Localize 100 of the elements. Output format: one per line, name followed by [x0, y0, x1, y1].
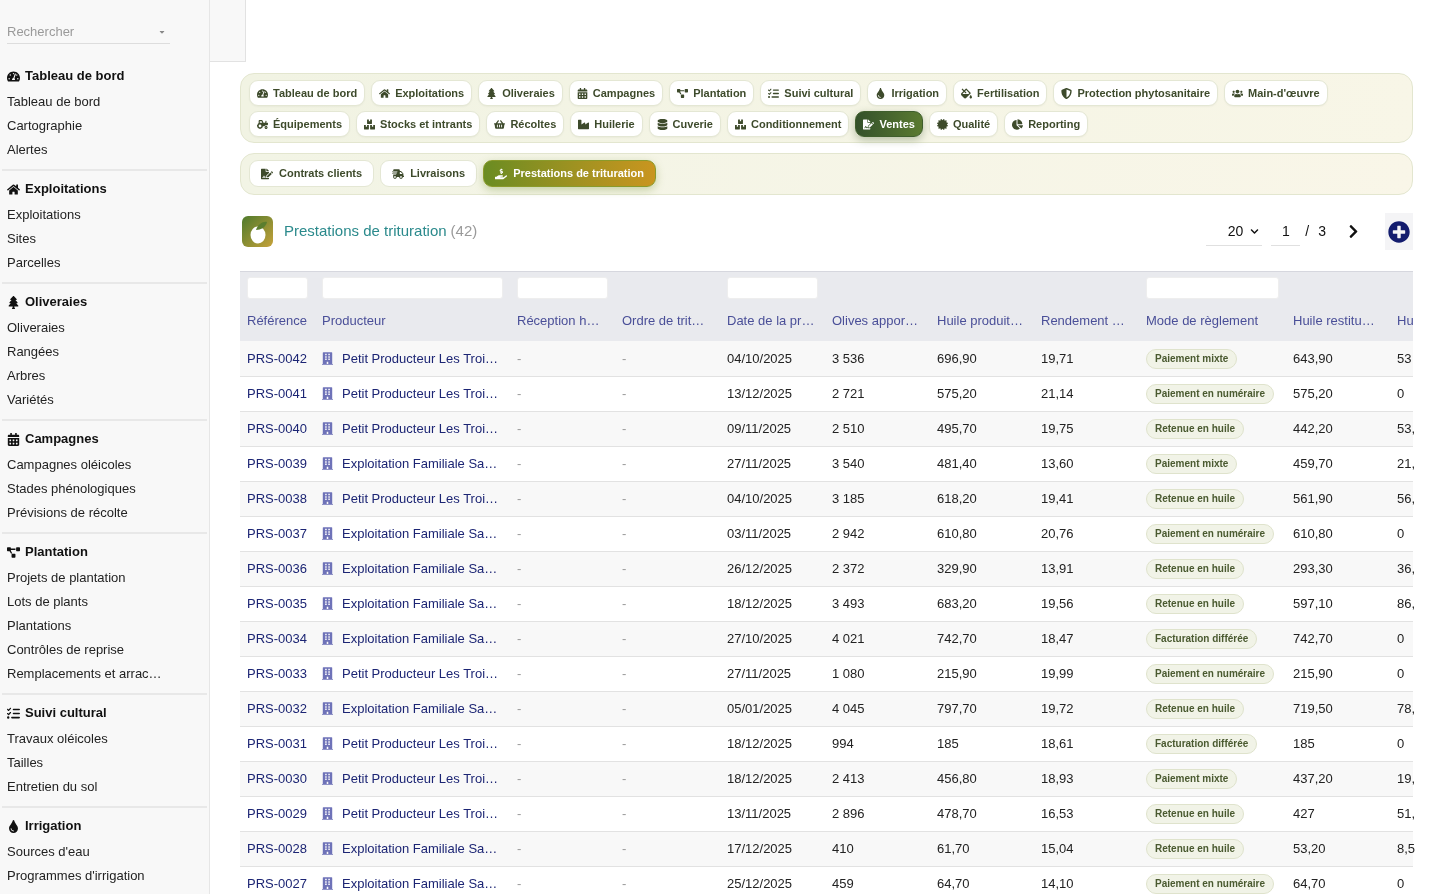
- sidebar-item[interactable]: Variétés: [7, 390, 54, 410]
- column-header[interactable]: Olives appor…: [832, 313, 918, 329]
- table-cell: 2 372: [832, 560, 865, 576]
- search-field[interactable]: Rechercher: [7, 20, 170, 44]
- producer-link[interactable]: Petit Producteur Les Troi…: [342, 733, 499, 754]
- sidebar-item[interactable]: Tailles: [7, 753, 44, 773]
- sub-tab[interactable]: Contrats clients: [249, 160, 375, 187]
- reference-link[interactable]: PRS-0037: [247, 525, 307, 541]
- sidebar-item[interactable]: Programmes d'irrigation: [7, 866, 145, 886]
- sidebar-item[interactable]: Parcelles: [7, 253, 61, 273]
- module-tab[interactable]: Huilerie: [570, 111, 643, 137]
- reference-link[interactable]: PRS-0029: [247, 805, 307, 821]
- module-tab[interactable]: Plantation: [669, 80, 755, 106]
- column-header[interactable]: Hu: [1397, 313, 1414, 329]
- module-tab[interactable]: Stocks et intrants: [356, 111, 481, 137]
- reference-link[interactable]: PRS-0038: [247, 490, 307, 506]
- producer-link[interactable]: Petit Producteur Les Troi…: [342, 418, 499, 439]
- producer-link[interactable]: Exploitation Familiale Sa…: [342, 698, 498, 719]
- table-cell: 459,70: [1293, 455, 1333, 471]
- sidebar-item[interactable]: Stades phénologiques: [7, 479, 136, 499]
- producer-link[interactable]: Exploitation Familiale Sa…: [342, 838, 498, 859]
- module-tab[interactable]: Cuverie: [648, 111, 721, 137]
- section-heading: Plantation: [25, 543, 88, 562]
- sidebar-item[interactable]: Plantations: [7, 616, 72, 636]
- column-header[interactable]: Rendement …: [1041, 313, 1125, 329]
- module-tab[interactable]: Reporting: [1004, 111, 1089, 137]
- sidebar-item[interactable]: Sites: [7, 229, 36, 249]
- sidebar-item[interactable]: Tableau de bord: [7, 92, 101, 112]
- producer-link[interactable]: Petit Producteur Les Troi…: [342, 383, 499, 404]
- sidebar-item[interactable]: Lots de plants: [7, 592, 88, 612]
- module-tab[interactable]: Protection phytosanitaire: [1053, 80, 1219, 106]
- payment-badge: Paiement en numéraire: [1146, 383, 1275, 404]
- reference-link[interactable]: PRS-0031: [247, 735, 307, 751]
- module-tab[interactable]: Tableau de bord: [249, 80, 366, 106]
- module-tab[interactable]: Irrigation: [867, 80, 948, 106]
- table-cell: 15,04: [1041, 840, 1074, 856]
- producer-link[interactable]: Exploitation Familiale Sa…: [342, 558, 498, 579]
- producer-link[interactable]: Petit Producteur Les Troi…: [342, 348, 499, 368]
- reference-link[interactable]: PRS-0041: [247, 385, 307, 401]
- reference-link[interactable]: PRS-0030: [247, 770, 307, 786]
- sidebar-item[interactable]: Alertes: [7, 140, 48, 160]
- producer-link[interactable]: Petit Producteur Les Troi…: [342, 803, 499, 824]
- page-field[interactable]: 1: [1271, 217, 1301, 246]
- reference-link[interactable]: PRS-0042: [247, 350, 307, 366]
- module-tab[interactable]: Équipements: [249, 111, 351, 137]
- sidebar-item[interactable]: Travaux oléicoles: [7, 729, 108, 749]
- column-header[interactable]: Référence: [247, 313, 307, 329]
- module-tab[interactable]: Fertilisation: [953, 80, 1048, 106]
- column-header[interactable]: Ordre de trit…: [622, 313, 705, 329]
- sidebar-item[interactable]: Cartographie: [7, 116, 83, 136]
- sidebar-item[interactable]: Campagnes oléicoles: [7, 455, 132, 475]
- reference-link[interactable]: PRS-0039: [247, 455, 307, 471]
- module-tab[interactable]: Exploitations: [371, 80, 473, 106]
- producer-link[interactable]: Exploitation Familiale Sa…: [342, 453, 498, 474]
- reference-link[interactable]: PRS-0040: [247, 420, 307, 436]
- column-header[interactable]: Mode de règlement: [1146, 313, 1258, 329]
- reference-link[interactable]: PRS-0033: [247, 665, 307, 681]
- reference-link[interactable]: PRS-0036: [247, 560, 307, 576]
- column-header[interactable]: Producteur: [322, 313, 386, 329]
- sidebar-item[interactable]: Sources d'eau: [7, 842, 90, 862]
- sidebar-item[interactable]: Rangées: [7, 342, 60, 362]
- sidebar-item[interactable]: Arbres: [7, 366, 46, 386]
- producer-link[interactable]: Exploitation Familiale Sa…: [342, 873, 498, 894]
- reference-link[interactable]: PRS-0034: [247, 630, 307, 646]
- producer-link[interactable]: Exploitation Familiale Sa…: [342, 593, 498, 614]
- producer-link[interactable]: Petit Producteur Les Troi…: [342, 663, 499, 684]
- column-header[interactable]: Huile produit…: [937, 313, 1023, 329]
- sidebar-item[interactable]: Exploitations: [7, 205, 81, 225]
- module-tab[interactable]: Qualité: [928, 111, 999, 137]
- module-tab[interactable]: Conditionnement: [726, 111, 850, 137]
- producer-link[interactable]: Exploitation Familiale Sa…: [342, 523, 498, 544]
- module-tab[interactable]: Oliveraies: [478, 80, 563, 106]
- producer-link[interactable]: Exploitation Familiale Sa…: [342, 628, 498, 649]
- sidebar-item[interactable]: Entretien du sol: [7, 777, 98, 797]
- sidebar-item[interactable]: Contrôles de reprise: [7, 640, 125, 660]
- sidebar-item[interactable]: Prévisions de récolte: [7, 503, 128, 523]
- module-tab[interactable]: Ventes: [855, 111, 923, 137]
- table-cell: -: [622, 525, 627, 541]
- sub-tab[interactable]: Livraisons: [380, 160, 478, 187]
- producer-link[interactable]: Petit Producteur Les Troi…: [342, 488, 499, 509]
- calendar-icon: [576, 87, 588, 99]
- column-header[interactable]: Huile restitu…: [1293, 313, 1375, 329]
- reference-link[interactable]: PRS-0027: [247, 875, 307, 891]
- reference-link[interactable]: PRS-0032: [247, 700, 307, 716]
- page-size-select[interactable]: 20: [1206, 217, 1263, 246]
- sidebar-item[interactable]: Oliveraies: [7, 318, 65, 338]
- module-tab[interactable]: Suivi cultural: [760, 80, 862, 106]
- sidebar-item[interactable]: Remplacements et arrac…: [7, 664, 162, 684]
- module-tab[interactable]: Récoltes: [486, 111, 565, 137]
- sidebar-item[interactable]: Projets de plantation: [7, 568, 126, 588]
- module-tab[interactable]: Campagnes: [568, 80, 664, 106]
- reference-link[interactable]: PRS-0028: [247, 840, 307, 856]
- column-header[interactable]: Date de la pr…: [727, 313, 815, 329]
- table-cell: 53: [1397, 350, 1412, 366]
- producer-link[interactable]: Petit Producteur Les Troi…: [342, 768, 499, 789]
- table-cell: 481,40: [937, 455, 977, 471]
- module-tab[interactable]: Main-d'œuvre: [1224, 80, 1328, 106]
- add-button[interactable]: [1385, 213, 1413, 250]
- reference-link[interactable]: PRS-0035: [247, 595, 307, 611]
- column-header[interactable]: Réception h…: [517, 313, 600, 329]
